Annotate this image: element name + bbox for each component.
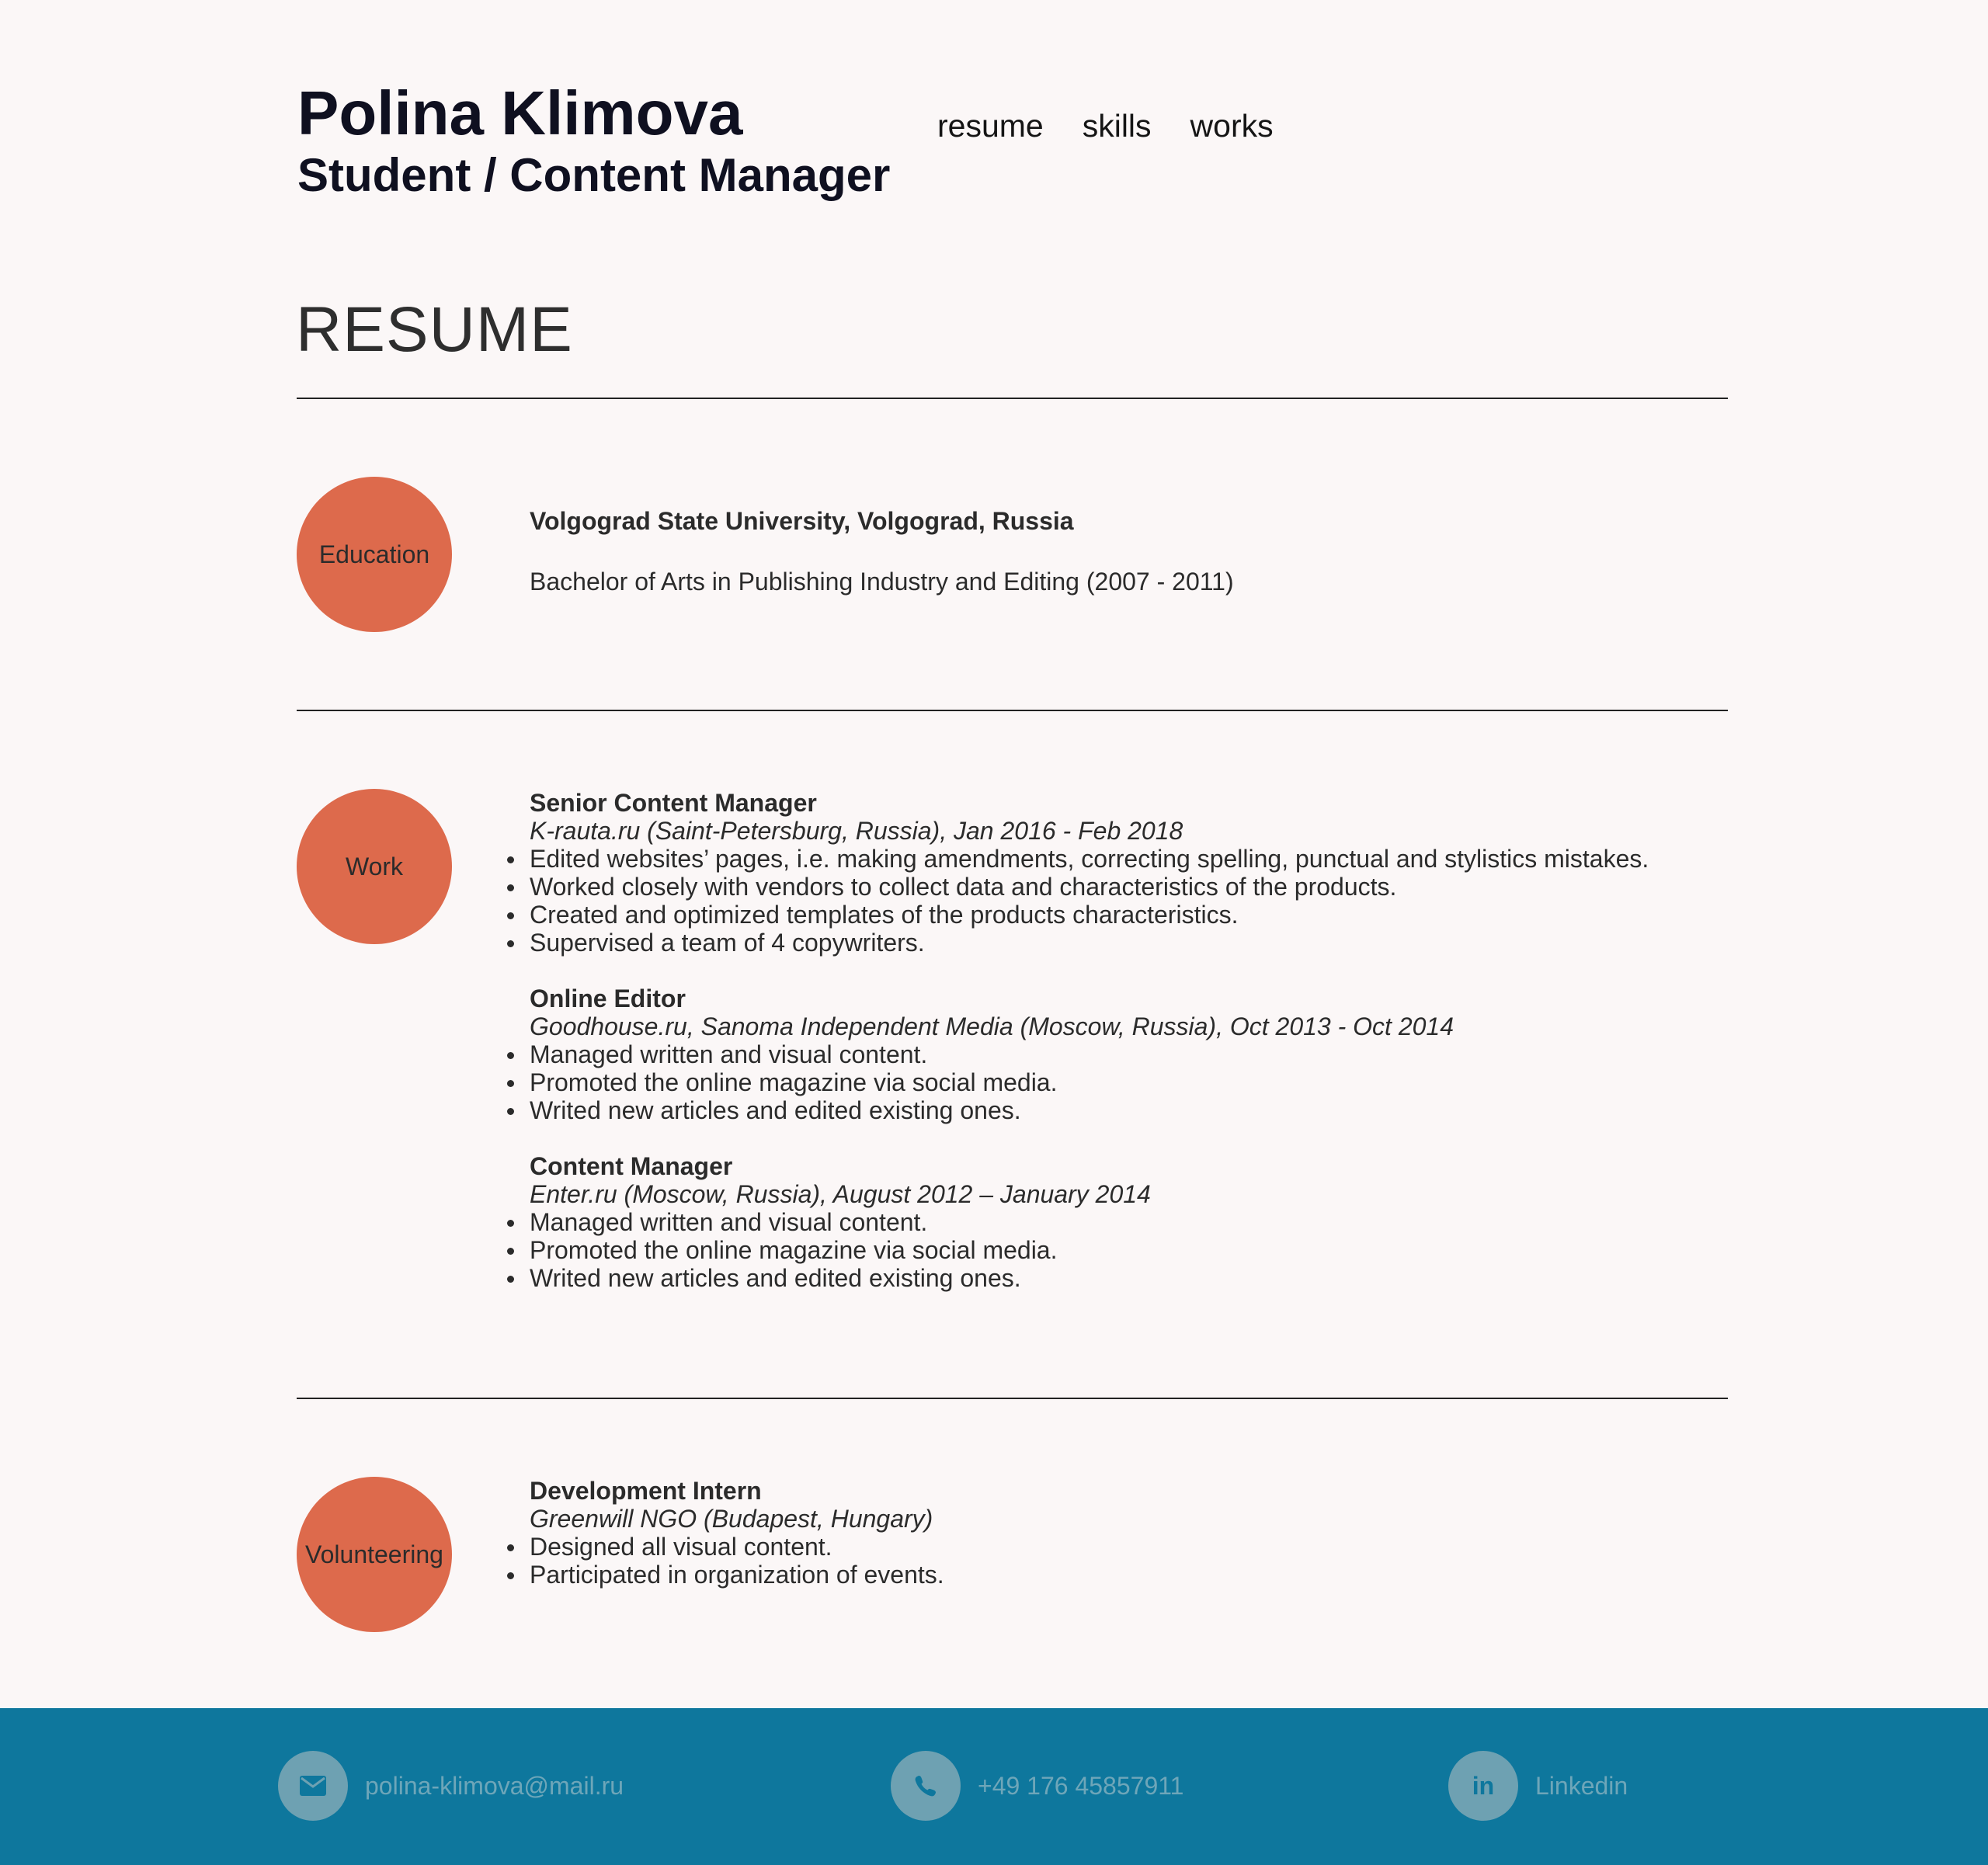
job-meta: Greenwill NGO (Budapest, Hungary) [530, 1505, 933, 1533]
main-nav: resume skills works [937, 104, 1274, 148]
education-degree: Bachelor of Arts in Publishing Industry … [530, 568, 1234, 596]
divider [297, 1398, 1728, 1399]
email-link[interactable]: polina-klimova@mail.ru [278, 1750, 624, 1822]
linkedin-link[interactable]: in Linkedin [1448, 1750, 1628, 1822]
job-duty: Managed written and visual content. [507, 1040, 1726, 1068]
site-subtitle: Student / Content Manager [297, 149, 891, 201]
site-header: Polina Klimova Student / Content Manager… [297, 78, 1726, 210]
linkedin-text: Linkedin [1535, 1771, 1628, 1800]
envelope-icon [278, 1751, 348, 1821]
work-content: Senior Content Manager K-rauta.ru (Saint… [507, 789, 1726, 1320]
work-badge-label: Work [345, 852, 404, 880]
job-title: Senior Content Manager [530, 789, 817, 817]
job-duty: Edited websites’ pages, i.e. making amen… [507, 845, 1726, 873]
job-duties: Designed all visual content. Participate… [507, 1533, 1726, 1589]
nav-link-resume[interactable]: resume [937, 104, 1044, 148]
volunteering-badge: Volunteering [297, 1477, 452, 1632]
job-meta: K-rauta.ru (Saint-Petersburg, Russia), J… [530, 817, 1183, 845]
job-duty: Participated in organization of events. [507, 1561, 1726, 1589]
job-duty: Writed new articles and edited existing … [507, 1096, 1726, 1124]
phone-icon [891, 1751, 961, 1821]
job-entry: Development Intern Greenwill NGO (Budape… [507, 1477, 1726, 1589]
job-duty: Managed written and visual content. [507, 1208, 1726, 1236]
linkedin-glyph: in [1472, 1771, 1495, 1800]
job-entry: Senior Content Manager K-rauta.ru (Saint… [507, 789, 1726, 957]
site-name: Polina Klimova [297, 78, 743, 148]
job-duty: Promoted the online magazine via social … [507, 1068, 1726, 1096]
job-entry: Online Editor Goodhouse.ru, Sanoma Indep… [507, 985, 1726, 1124]
phone-link[interactable]: +49 176 45857911 [891, 1750, 1183, 1822]
job-duties: Managed written and visual content. Prom… [507, 1208, 1726, 1292]
volunteering-badge-label: Volunteering [305, 1540, 443, 1568]
page-title: RESUME [296, 294, 573, 365]
education-content: Volgograd State University, Volgograd, R… [530, 505, 1726, 597]
divider [297, 398, 1728, 399]
job-title: Content Manager [530, 1152, 733, 1180]
job-title: Online Editor [530, 985, 686, 1012]
work-badge: Work [297, 789, 452, 944]
job-duties: Managed written and visual content. Prom… [507, 1040, 1726, 1124]
nav-link-skills[interactable]: skills [1083, 104, 1152, 148]
nav-link-works[interactable]: works [1190, 104, 1274, 148]
contact-footer: polina-klimova@mail.ru +49 176 45857911 … [0, 1708, 1988, 1865]
divider [297, 710, 1728, 711]
job-title: Development Intern [530, 1477, 762, 1505]
education-school: Volgograd State University, Volgograd, R… [530, 507, 1074, 535]
job-meta: Goodhouse.ru, Sanoma Independent Media (… [530, 1012, 1454, 1040]
job-duties: Edited websites’ pages, i.e. making amen… [507, 845, 1726, 957]
job-duty: Worked closely with vendors to collect d… [507, 873, 1726, 901]
job-meta: Enter.ru (Moscow, Russia), August 2012 –… [530, 1180, 1151, 1208]
job-duty: Promoted the online magazine via social … [507, 1236, 1726, 1264]
volunteering-content: Development Intern Greenwill NGO (Budape… [507, 1477, 1726, 1617]
job-entry: Content Manager Enter.ru (Moscow, Russia… [507, 1152, 1726, 1292]
job-duty: Designed all visual content. [507, 1533, 1726, 1561]
phone-text: +49 176 45857911 [978, 1771, 1184, 1800]
education-badge-label: Education [318, 540, 430, 568]
linkedin-icon: in [1448, 1751, 1518, 1821]
job-duty: Supervised a team of 4 copywriters. [507, 929, 1726, 957]
job-duty: Writed new articles and edited existing … [507, 1264, 1726, 1292]
email-text: polina-klimova@mail.ru [365, 1771, 624, 1800]
job-duty: Created and optimized templates of the p… [507, 901, 1726, 929]
education-badge: Education [297, 477, 452, 632]
